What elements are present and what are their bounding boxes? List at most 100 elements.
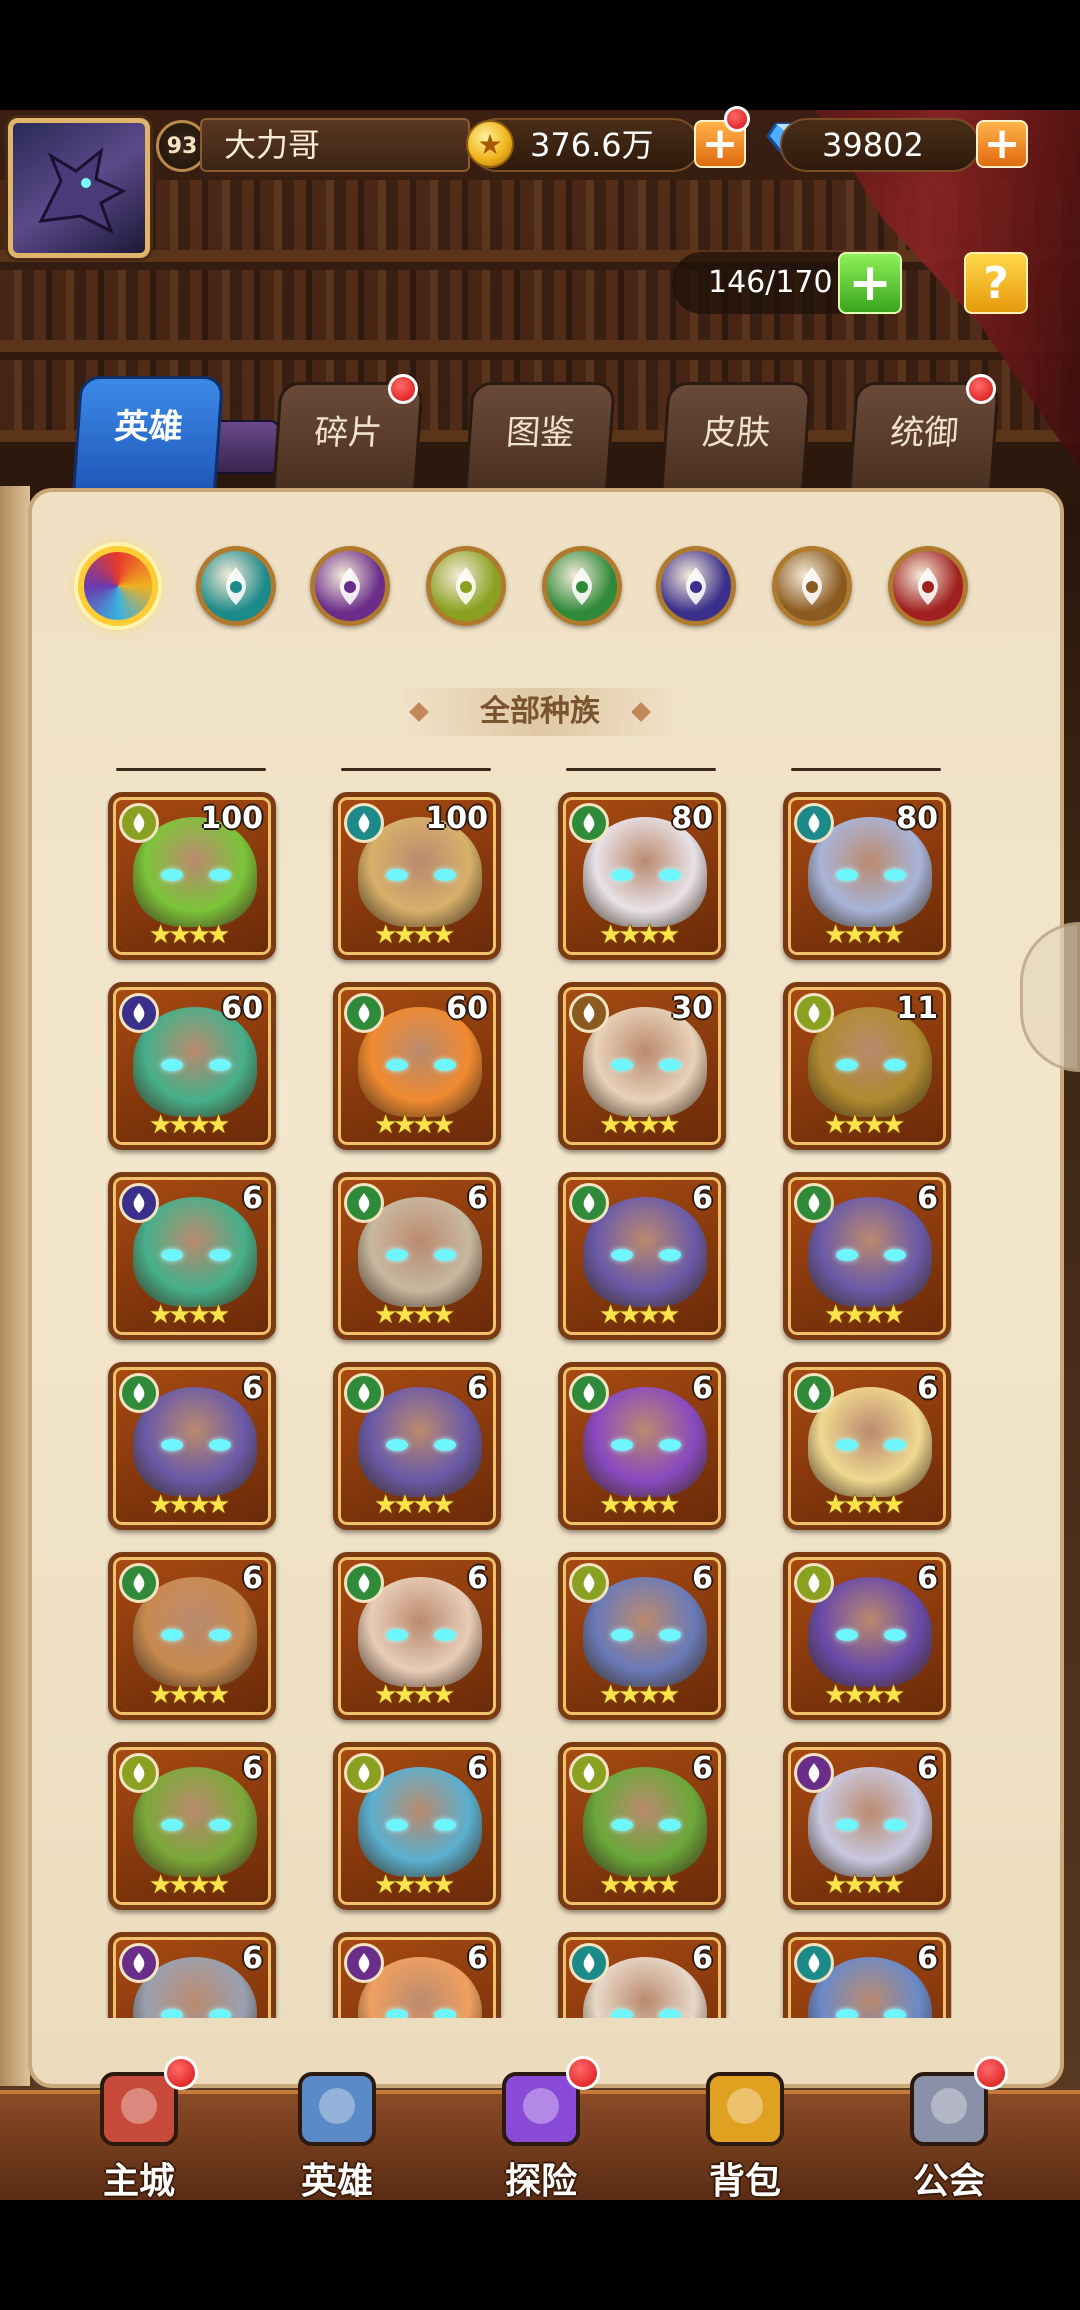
hero-card[interactable]: 80 ★★★★ bbox=[783, 792, 951, 960]
hero-eye bbox=[884, 869, 906, 881]
water-race-badge-icon bbox=[794, 1943, 834, 1983]
tab-skins[interactable]: 皮肤 bbox=[660, 382, 812, 492]
shadow-race-badge-icon bbox=[119, 993, 159, 1033]
hero-card[interactable]: 6★★★★ bbox=[558, 1742, 726, 1910]
hero-card[interactable]: 6★★★★ bbox=[558, 1552, 726, 1720]
nav-hero[interactable]: 英雄 bbox=[252, 2052, 422, 2202]
hero-card[interactable]: 6★★★★ bbox=[558, 1932, 726, 2018]
forest-race-badge-icon bbox=[344, 1753, 384, 1793]
hero-eye bbox=[209, 1439, 231, 1451]
hero-card[interactable]: 6★★★★ bbox=[558, 1362, 726, 1530]
hero-card[interactable]: 6★★★★ bbox=[558, 1172, 726, 1340]
expand-capacity-button[interactable]: + bbox=[838, 252, 902, 314]
nav-guild[interactable]: 公会 bbox=[864, 2052, 1034, 2202]
help-button[interactable]: ? bbox=[964, 252, 1028, 314]
tab-codex[interactable]: 图鉴 bbox=[464, 382, 616, 492]
hero-eye bbox=[836, 2009, 858, 2018]
nav-label: 英雄 bbox=[300, 2161, 373, 2202]
hero-eye bbox=[434, 2009, 456, 2018]
forest-race-badge-icon bbox=[569, 1753, 609, 1793]
mystic-race-badge-icon bbox=[344, 1943, 384, 1983]
nature-race-badge-icon bbox=[569, 1373, 609, 1413]
shards-notification-dot bbox=[388, 374, 418, 404]
hero-card[interactable]: 6★★★★ bbox=[333, 1172, 501, 1340]
hero-icon bbox=[282, 2052, 392, 2152]
hero-level: 6 bbox=[467, 1561, 488, 1596]
hero-card[interactable]: 100 ★★★★ bbox=[333, 792, 501, 960]
hero-eye bbox=[611, 1629, 633, 1641]
hero-eye bbox=[659, 1629, 681, 1641]
hero-eye bbox=[434, 1629, 456, 1641]
column-divider bbox=[566, 768, 716, 771]
hero-eye bbox=[659, 1059, 681, 1071]
hero-card[interactable]: 6★★★★ bbox=[108, 1172, 276, 1340]
hero-eye bbox=[659, 1819, 681, 1831]
nature-race-badge-icon bbox=[794, 1183, 834, 1223]
add-gems-button[interactable]: + bbox=[976, 120, 1028, 168]
hero-eye bbox=[386, 1059, 408, 1071]
hero-level: 6 bbox=[917, 1561, 938, 1596]
hero-card[interactable]: 6★★★★ bbox=[783, 1172, 951, 1340]
hero-eye bbox=[434, 1439, 456, 1451]
bottom-black-area bbox=[0, 2200, 1080, 2310]
light-race-icon[interactable] bbox=[772, 546, 852, 626]
hero-card[interactable]: 6★★★★ bbox=[108, 1362, 276, 1530]
hero-eye bbox=[884, 1059, 906, 1071]
hero-card[interactable]: 30 ★★★★ bbox=[558, 982, 726, 1150]
command-notification-dot bbox=[966, 374, 996, 404]
fire-race-icon[interactable] bbox=[888, 546, 968, 626]
hero-stars: ★★★★ bbox=[599, 1870, 680, 1900]
hero-eye bbox=[386, 1439, 408, 1451]
hero-eye bbox=[434, 1249, 456, 1261]
hero-level: 6 bbox=[692, 1181, 713, 1216]
hero-card[interactable]: 11 ★★★★ bbox=[783, 982, 951, 1150]
hero-stars: ★★★★ bbox=[374, 1870, 455, 1900]
nav-label: 公会 bbox=[912, 2161, 985, 2202]
hero-eye bbox=[659, 1439, 681, 1451]
gold-notification-dot bbox=[724, 106, 750, 132]
hero-card[interactable]: 100 ★★★★ bbox=[108, 792, 276, 960]
hero-card[interactable]: 60 ★★★★ bbox=[108, 982, 276, 1150]
shadow-race-icon[interactable] bbox=[656, 546, 736, 626]
hero-card[interactable]: 6★★★★ bbox=[333, 1552, 501, 1720]
hero-card[interactable]: 80 ★★★★ bbox=[558, 792, 726, 960]
hero-eye bbox=[209, 1249, 231, 1261]
hero-card[interactable]: 60 ★★★★ bbox=[333, 982, 501, 1150]
hero-card[interactable]: 6★★★★ bbox=[783, 1742, 951, 1910]
hero-card[interactable]: 6★★★★ bbox=[108, 1552, 276, 1720]
nature-race-icon[interactable] bbox=[542, 546, 622, 626]
hero-card[interactable]: 6★★★★ bbox=[783, 1362, 951, 1530]
hero-eye bbox=[611, 2009, 633, 2018]
nav-portal[interactable]: 探险 bbox=[456, 2052, 626, 2202]
player-avatar[interactable] bbox=[8, 118, 150, 258]
shadow-race-badge-icon bbox=[119, 1183, 159, 1223]
hero-card[interactable]: 6★★★★ bbox=[108, 1742, 276, 1910]
hero-eye bbox=[386, 1819, 408, 1831]
forest-race-icon[interactable] bbox=[426, 546, 506, 626]
hero-level: 6 bbox=[917, 1181, 938, 1216]
water-race-icon[interactable] bbox=[196, 546, 276, 626]
nature-race-badge-icon bbox=[344, 1563, 384, 1603]
mystic-race-badge-icon bbox=[794, 1753, 834, 1793]
hero-card[interactable]: 6★★★★ bbox=[108, 1932, 276, 2018]
mystic-race-icon[interactable] bbox=[310, 546, 390, 626]
hero-stars: ★★★★ bbox=[599, 920, 680, 950]
tab-heroes[interactable]: 英雄 bbox=[71, 376, 225, 496]
hero-stars: ★★★★ bbox=[374, 1110, 455, 1140]
hero-card[interactable]: 6★★★★ bbox=[333, 1742, 501, 1910]
nav-castle[interactable]: 主城 bbox=[54, 2052, 224, 2202]
hero-eye bbox=[884, 1629, 906, 1641]
hero-card[interactable]: 6★★★★ bbox=[783, 1552, 951, 1720]
hero-card[interactable]: 6★★★★ bbox=[333, 1362, 501, 1530]
hero-eye bbox=[659, 869, 681, 881]
hero-eye bbox=[161, 1819, 183, 1831]
all-races-icon[interactable] bbox=[78, 546, 158, 626]
nature-race-badge-icon bbox=[119, 1563, 159, 1603]
nav-backpack[interactable]: 背包 bbox=[660, 2052, 830, 2202]
nature-race-badge-icon bbox=[119, 1373, 159, 1413]
hero-eye bbox=[836, 1249, 858, 1261]
hero-card[interactable]: 6★★★★ bbox=[783, 1932, 951, 2018]
hero-card[interactable]: 6★★★★ bbox=[333, 1932, 501, 2018]
hero-stars: ★★★★ bbox=[149, 1110, 230, 1140]
nature-race-badge-icon bbox=[794, 1373, 834, 1413]
